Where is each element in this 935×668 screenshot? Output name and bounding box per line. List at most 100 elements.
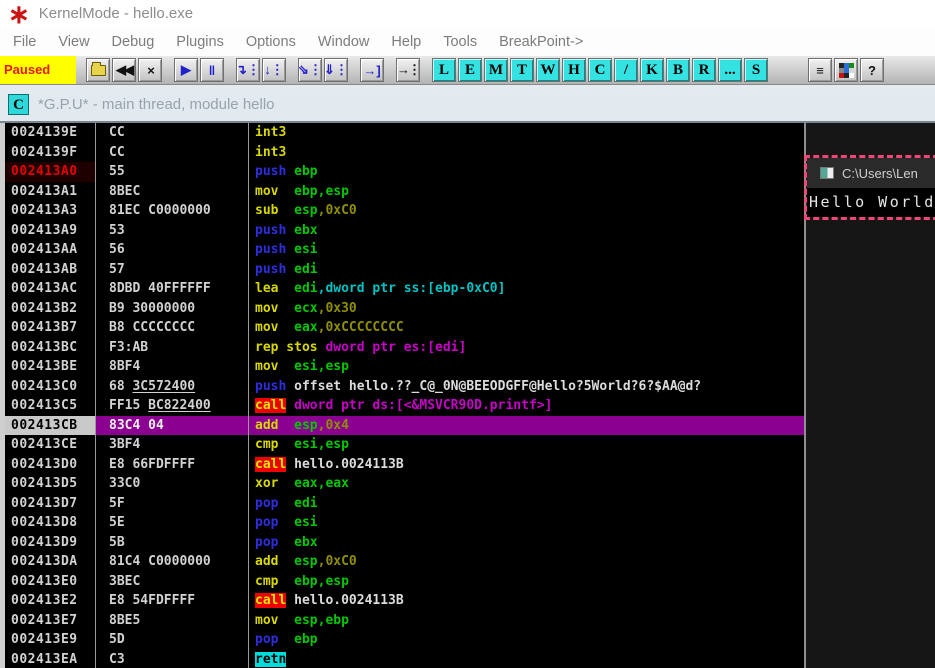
disasm-row[interactable]: 002413CB83C4 04add esp,0x4 xyxy=(5,416,804,436)
cpu-window-caption[interactable]: C *G.P.U* - main thread, module hello xyxy=(8,92,275,116)
run-trace-button[interactable]: ... xyxy=(718,58,742,82)
disasm-row[interactable]: 002413EAC3retn xyxy=(5,650,804,668)
disasm-row[interactable]: 0024139ECCint3 xyxy=(5,123,804,143)
menu-item-view[interactable]: View xyxy=(47,34,100,50)
menu-item-tools[interactable]: Tools xyxy=(432,34,488,50)
disasm-row[interactable]: 002413AB57push edi xyxy=(5,260,804,280)
disasm-row[interactable]: 002413A953push ebx xyxy=(5,221,804,241)
menu-item-debug[interactable]: Debug xyxy=(101,34,166,50)
run-button[interactable]: ▶ xyxy=(174,58,198,82)
bytes-cell: CC xyxy=(96,143,249,163)
patches-button[interactable]: / xyxy=(614,58,638,82)
instruction-cell: mov esp,ebp xyxy=(249,611,804,631)
menu-item-window[interactable]: Window xyxy=(307,34,381,50)
disasm-row[interactable]: 002413D533C0xor eax,eax xyxy=(5,474,804,494)
handles-button[interactable]: H xyxy=(562,58,586,82)
disasm-row[interactable]: 002413D0E8 66FDFFFFcall hello.0024113B xyxy=(5,455,804,475)
call-stack-button[interactable]: K xyxy=(640,58,664,82)
disasm-row[interactable]: 002413BCF3:ABrep stos dword ptr es:[edi] xyxy=(5,338,804,358)
references-button[interactable]: R xyxy=(692,58,716,82)
disasm-row[interactable]: 002413BE8BF4mov esi,esp xyxy=(5,357,804,377)
bytes-cell: 57 xyxy=(96,260,249,280)
disasm-row[interactable]: 002413A381EC C0000000sub esp,0xC0 xyxy=(5,201,804,221)
menu-item-help[interactable]: Help xyxy=(380,34,432,50)
app-logo-icon: ∗ xyxy=(8,3,30,25)
bytes-cell: B8 CCCCCCCC xyxy=(96,318,249,338)
disasm-row[interactable]: 002413C068 3C572400push offset hello.??_… xyxy=(5,377,804,397)
disasm-row[interactable]: 002413D85Epop esi xyxy=(5,513,804,533)
bytes-cell: B9 30000000 xyxy=(96,299,249,319)
disasm-row[interactable]: 002413CE3BF4cmp esi,esp xyxy=(5,435,804,455)
disasm-row[interactable]: 002413E03BECcmp ebp,esp xyxy=(5,572,804,592)
source-button[interactable]: S xyxy=(744,58,768,82)
instruction-cell: rep stos dword ptr es:[edi] xyxy=(249,338,804,358)
disasm-row[interactable]: 002413D75Fpop edi xyxy=(5,494,804,514)
executables-button[interactable]: E xyxy=(458,58,482,82)
address-cell: 002413AB xyxy=(5,260,96,280)
cpu-button[interactable]: C xyxy=(588,58,612,82)
address-cell: 002413D7 xyxy=(5,494,96,514)
address-cell: 002413D9 xyxy=(5,533,96,553)
pause-button[interactable]: ‖ xyxy=(200,58,224,82)
disasm-row[interactable]: 002413AA56push esi xyxy=(5,240,804,260)
disasm-row[interactable]: 002413A055push ebp xyxy=(5,162,804,182)
instruction-cell: call hello.0024113B xyxy=(249,591,804,611)
instruction-cell: int3 xyxy=(249,143,804,163)
bytes-cell: 5F xyxy=(96,494,249,514)
instruction-cell: mov ecx,0x30 xyxy=(249,299,804,319)
disasm-row[interactable]: 002413D95Bpop ebx xyxy=(5,533,804,553)
disasm-row[interactable]: 002413B7B8 CCCCCCCCmov eax,0xCCCCCCCC xyxy=(5,318,804,338)
address-cell: 0024139F xyxy=(5,143,96,163)
instruction-cell: cmp esi,esp xyxy=(249,435,804,455)
address-cell: 002413D8 xyxy=(5,513,96,533)
disasm-row[interactable]: 002413B2B9 30000000mov ecx,0x30 xyxy=(5,299,804,319)
execute-till-return-button[interactable]: →] xyxy=(360,58,384,82)
instruction-cell: pop esi xyxy=(249,513,804,533)
step-over-button[interactable]: ↓⋮ xyxy=(262,58,286,82)
bytes-cell: 8BEC xyxy=(96,182,249,202)
address-cell: 002413C0 xyxy=(5,377,96,397)
menu-item-file[interactable]: File xyxy=(2,34,47,50)
open-file-button[interactable] xyxy=(86,58,110,82)
window-titlebar: ∗ KernelMode - hello.exe xyxy=(0,0,935,27)
menu-item-plugins[interactable]: Plugins xyxy=(165,34,235,50)
memory-map-button[interactable]: M xyxy=(484,58,508,82)
bytes-cell: FF15 BC822400 xyxy=(96,396,249,416)
address-cell: 002413C5 xyxy=(5,396,96,416)
disasm-row[interactable]: 002413DA81C4 C0000000add esp,0xC0 xyxy=(5,552,804,572)
console-titlebar[interactable]: C:\Users\Len xyxy=(807,158,935,188)
log-window-button[interactable]: L xyxy=(432,58,456,82)
threads-button[interactable]: T xyxy=(510,58,534,82)
restart-button[interactable]: ◀◀ xyxy=(112,58,136,82)
disasm-row[interactable]: 002413A18BECmov ebp,esp xyxy=(5,182,804,202)
address-cell: 002413A0 xyxy=(5,162,96,182)
console-window[interactable]: C:\Users\Len Hello World xyxy=(804,155,935,220)
breakpoints-button[interactable]: B xyxy=(666,58,690,82)
disasm-row[interactable]: 002413E95Dpop ebp xyxy=(5,630,804,650)
disasm-row[interactable]: 002413AC8DBD 40FFFFFFlea edi,dword ptr s… xyxy=(5,279,804,299)
menu-item-options[interactable]: Options xyxy=(235,34,307,50)
cpu-window-icon: C xyxy=(8,94,29,115)
bytes-cell: 33C0 xyxy=(96,474,249,494)
bytes-cell: 68 3C572400 xyxy=(96,377,249,397)
help-button[interactable]: ? xyxy=(860,58,884,82)
disasm-row[interactable]: 0024139FCCint3 xyxy=(5,143,804,163)
menu-item-breakpoint[interactable]: BreakPoint-> xyxy=(488,34,594,50)
animate-into-button[interactable]: ⇘⋮ xyxy=(298,58,322,82)
animate-over-button[interactable]: ⇓⋮ xyxy=(324,58,348,82)
address-cell: 002413D0 xyxy=(5,455,96,475)
disasm-row[interactable]: 002413E2E8 54FDFFFFcall hello.0024113B xyxy=(5,591,804,611)
appearance-button[interactable] xyxy=(834,58,858,82)
disasm-row[interactable]: 002413C5FF15 BC822400call dword ptr ds:[… xyxy=(5,396,804,416)
address-cell: 002413B7 xyxy=(5,318,96,338)
step-into-button[interactable]: ↴⋮ xyxy=(236,58,260,82)
windows-button[interactable]: W xyxy=(536,58,560,82)
disasm-row[interactable]: 002413E78BE5mov esp,ebp xyxy=(5,611,804,631)
disassembly-view[interactable]: 0024139ECCint30024139FCCint3002413A055pu… xyxy=(0,123,804,668)
address-cell: 002413E9 xyxy=(5,630,96,650)
options-list-button[interactable]: ≡ xyxy=(808,58,832,82)
address-cell: 002413CE xyxy=(5,435,96,455)
address-cell: 002413E7 xyxy=(5,611,96,631)
go-to-address-button[interactable]: →⋮ xyxy=(396,58,420,82)
close-button[interactable]: × xyxy=(138,58,162,82)
